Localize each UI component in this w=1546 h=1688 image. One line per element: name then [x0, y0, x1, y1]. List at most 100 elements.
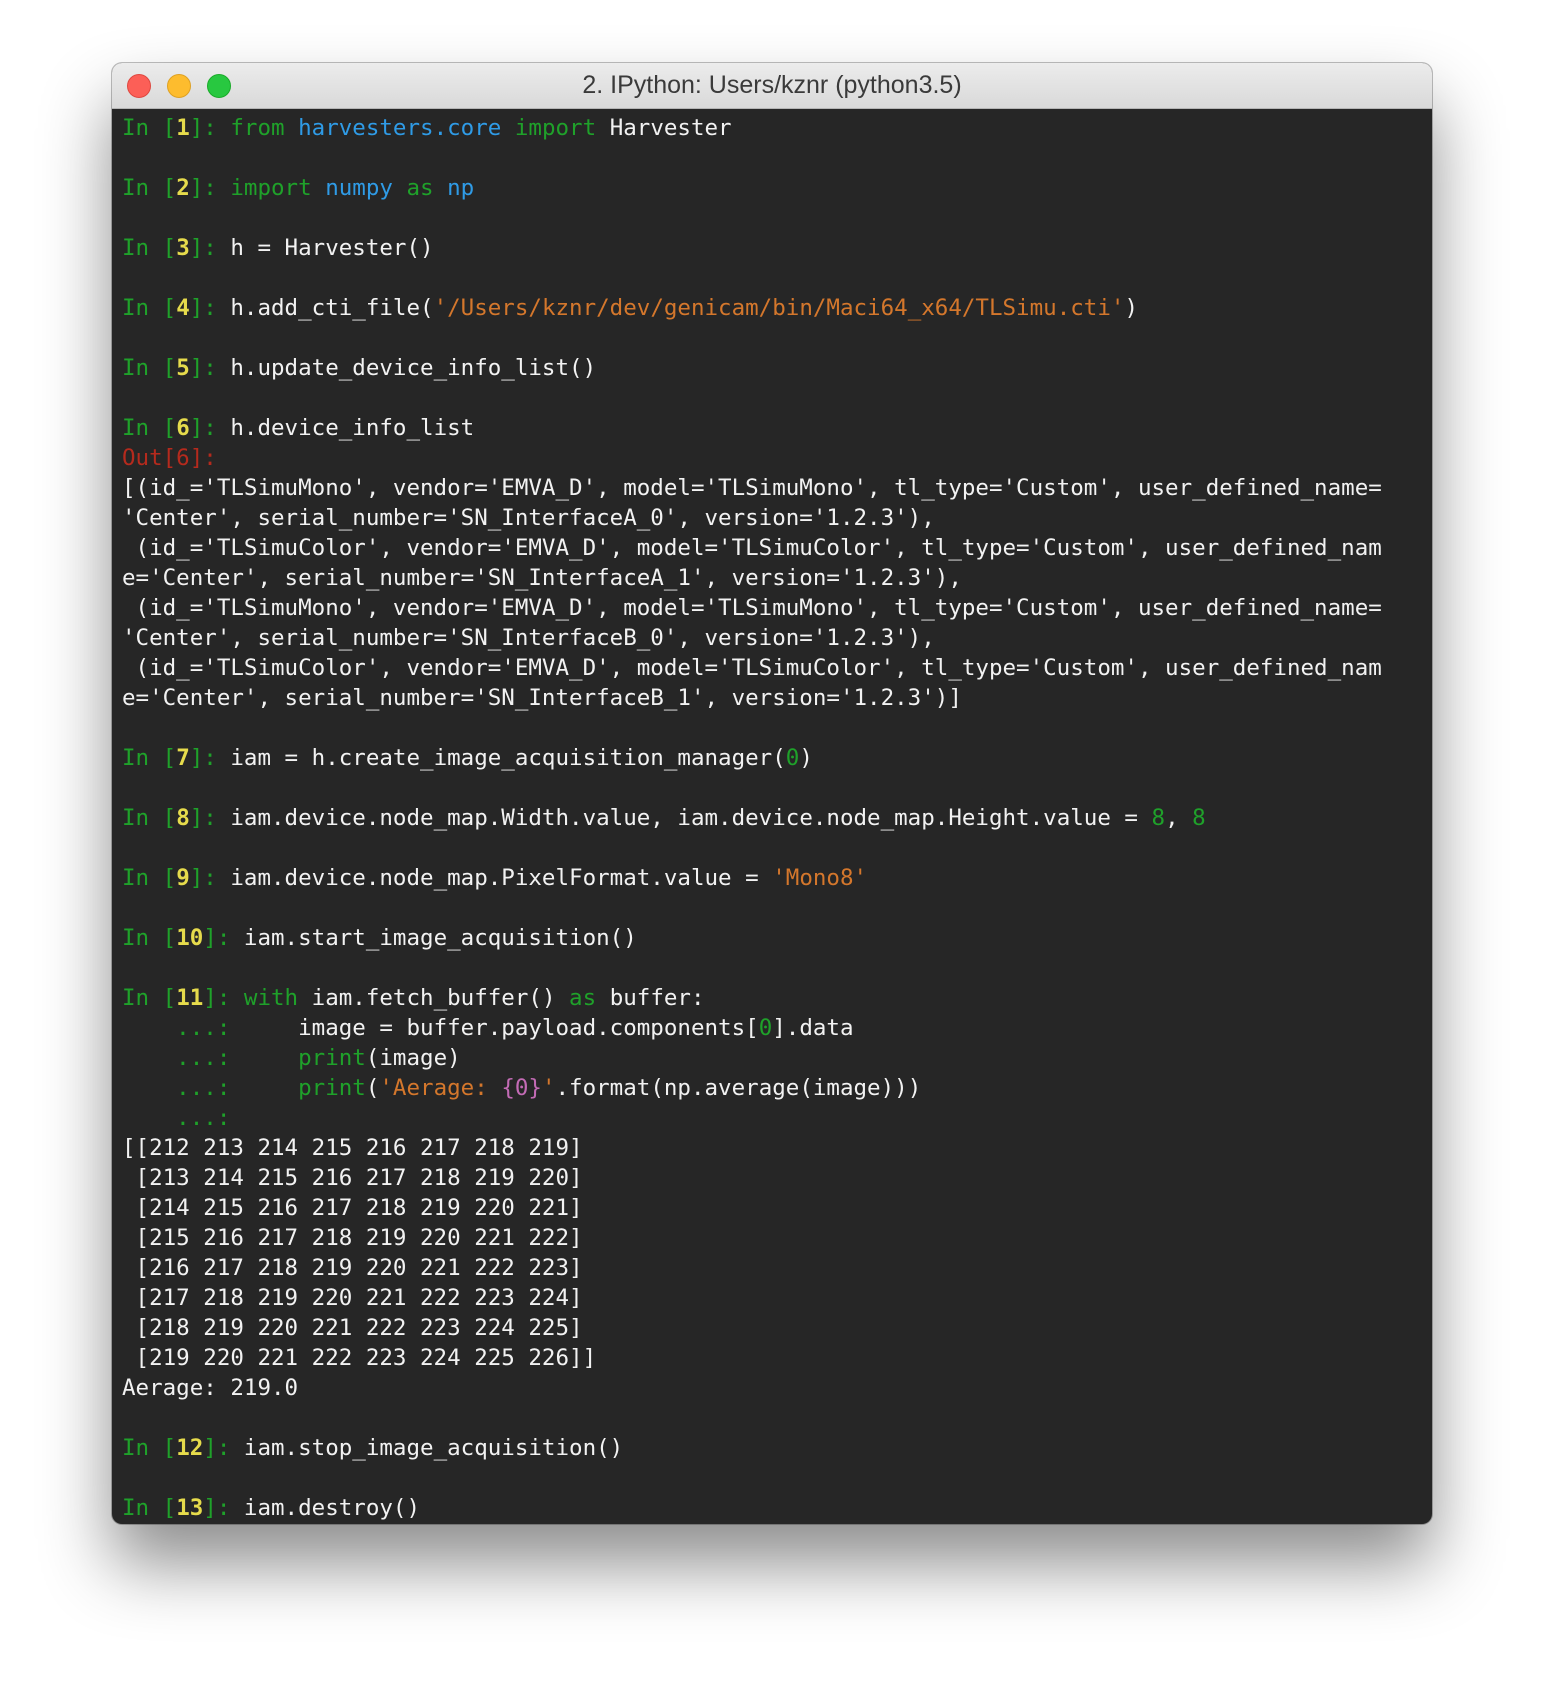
terminal-text-segment: 6 — [176, 415, 190, 441]
terminal-line: In [10]: iam.start_image_acquisition() — [122, 923, 1422, 953]
terminal-text-segment: 2 — [176, 175, 190, 201]
terminal-text-segment: ]: — [189, 745, 231, 771]
terminal-line: [219 220 221 222 223 224 225 226]] — [122, 1343, 1422, 1373]
terminal-text-segment: harvesters.core — [298, 115, 502, 141]
terminal-text-segment: In [ — [122, 985, 177, 1011]
terminal-text-segment: iam.start_image_acquisition() — [243, 925, 637, 951]
terminal-text-segment: iam.device.node_map.Width.value, iam.dev… — [230, 805, 1152, 831]
terminal-text-segment: 3 — [176, 235, 190, 261]
terminal-text-segment: ]: — [189, 295, 231, 321]
terminal-text-segment: [216 217 218 219 220 221 222 223] — [122, 1255, 583, 1281]
terminal-text-segment: iam.fetch_buffer() — [311, 985, 570, 1011]
terminal-line: [216 217 218 219 220 221 222 223] — [122, 1253, 1422, 1283]
terminal-line: In [3]: h = Harvester() — [122, 233, 1422, 263]
terminal-text-segment: In [ — [122, 175, 177, 201]
terminal-text-segment: 8 — [1151, 805, 1166, 831]
terminal-line: (id_='TLSimuColor', vendor='EMVA_D', mod… — [122, 653, 1422, 683]
terminal-text-segment: ]: — [189, 415, 231, 441]
terminal-text-segment: [(id_='TLSimuMono', vendor='EMVA_D', mod… — [122, 475, 1382, 501]
terminal-text-segment: [218 219 220 221 222 223 224 225] — [122, 1315, 583, 1341]
terminal-line: [214 215 216 217 218 219 220 221] — [122, 1193, 1422, 1223]
terminal-text-segment: iam.stop_image_acquisition() — [243, 1435, 624, 1461]
terminal-text-segment: 13 — [176, 1495, 204, 1521]
terminal-line: In [7]: iam = h.create_image_acquisition… — [122, 743, 1422, 773]
terminal-text-segment: buffer: — [609, 985, 705, 1011]
terminal-text-segment: np — [447, 175, 475, 201]
terminal-text-segment: e='Center', serial_number='SN_InterfaceA… — [122, 565, 962, 591]
terminal-text-segment: ]: — [189, 235, 231, 261]
terminal-text-segment: ' — [541, 1075, 556, 1101]
terminal-text-segment: e='Center', serial_number='SN_InterfaceB… — [122, 685, 962, 711]
terminal-window: 2. IPython: Users/kznr (python3.5) In [1… — [112, 63, 1432, 1524]
window-title: 2. IPython: Users/kznr (python3.5) — [582, 71, 962, 99]
terminal-text-segment: 0 — [785, 745, 800, 771]
terminal-line: 'Center', serial_number='SN_InterfaceB_0… — [122, 623, 1422, 653]
terminal-text-segment: 5 — [176, 355, 190, 381]
terminal-text-segment: {0} — [501, 1075, 542, 1101]
terminal-text-segment: ]: — [203, 985, 244, 1011]
terminal-text-segment: ]: — [189, 355, 231, 381]
terminal-text-segment: [217 218 219 220 221 222 223 224] — [122, 1285, 583, 1311]
terminal-text-segment: '/Users/kznr/dev/genicam/bin/Maci64_x64/… — [433, 295, 1125, 321]
terminal-line: [213 214 215 216 217 218 219 220] — [122, 1163, 1422, 1193]
terminal-text-segment: 11 — [176, 985, 204, 1011]
terminal-text-segment: import — [501, 115, 610, 141]
terminal-text-segment: 1 — [176, 115, 190, 141]
terminal-text-segment: print — [298, 1075, 366, 1101]
terminal-output[interactable]: In [1]: from harvesters.core import Harv… — [112, 109, 1432, 1523]
title-bar[interactable]: 2. IPython: Users/kznr (python3.5) — [112, 63, 1432, 109]
terminal-text-segment: Harvester — [609, 115, 732, 141]
terminal-text-segment: [[212 213 214 215 216 217 218 219] — [122, 1135, 583, 1161]
terminal-line: (id_='TLSimuColor', vendor='EMVA_D', mod… — [122, 533, 1422, 563]
terminal-text-segment: ...: — [122, 1045, 244, 1071]
terminal-text-segment: [219 220 221 222 223 224 225 226]] — [122, 1345, 597, 1371]
terminal-text-segment: In [ — [122, 925, 177, 951]
terminal-text-segment: 7 — [176, 745, 190, 771]
terminal-text-segment: (id_='TLSimuMono', vendor='EMVA_D', mode… — [122, 595, 1382, 621]
terminal-line: ...: — [122, 1103, 1422, 1133]
terminal-text-segment: with — [243, 985, 312, 1011]
terminal-text-segment: numpy — [325, 175, 393, 201]
terminal-line: [(id_='TLSimuMono', vendor='EMVA_D', mod… — [122, 473, 1422, 503]
terminal-text-segment: In [ — [122, 1435, 177, 1461]
terminal-line: [217 218 219 220 221 222 223 224] — [122, 1283, 1422, 1313]
terminal-text-segment: 12 — [176, 1435, 204, 1461]
terminal-line: ...: print(image) — [122, 1043, 1422, 1073]
terminal-text-segment: [214 215 216 217 218 219 220 221] — [122, 1195, 583, 1221]
terminal-line: In [8]: iam.device.node_map.Width.value,… — [122, 803, 1422, 833]
terminal-text-segment: ( — [365, 1075, 380, 1101]
terminal-text-segment: ...: — [122, 1105, 244, 1131]
terminal-line: In [1]: from harvesters.core import Harv… — [122, 113, 1422, 143]
terminal-text-segment: In [ — [122, 745, 177, 771]
terminal-text-segment: as — [569, 985, 610, 1011]
terminal-text-segment: as — [392, 175, 448, 201]
terminal-text-segment: 8 — [176, 805, 190, 831]
terminal-line: e='Center', serial_number='SN_InterfaceA… — [122, 563, 1422, 593]
terminal-line: [[212 213 214 215 216 217 218 219] — [122, 1133, 1422, 1163]
terminal-text-segment: [213 214 215 216 217 218 219 220] — [122, 1165, 583, 1191]
terminal-line: ...: image = buffer.payload.components[0… — [122, 1013, 1422, 1043]
terminal-line: [215 216 217 218 219 220 221 222] — [122, 1223, 1422, 1253]
terminal-text-segment: import — [230, 175, 326, 201]
terminal-text-segment: Aerage: 219.0 — [122, 1375, 299, 1401]
terminal-text-segment: iam.destroy() — [243, 1495, 421, 1521]
terminal-line: Out[6]: — [122, 443, 1422, 473]
terminal-text-segment: In [ — [122, 1495, 177, 1521]
terminal-text-segment: (image) — [365, 1045, 461, 1071]
terminal-text-segment: Out[6]: — [122, 445, 217, 471]
terminal-line: In [12]: iam.stop_image_acquisition() — [122, 1433, 1422, 1463]
terminal-text-segment: iam.device.node_map.PixelFormat.value = — [230, 865, 773, 891]
terminal-text-segment: 8 — [1192, 805, 1206, 831]
terminal-text-segment: 'Aerage: — [379, 1075, 502, 1101]
terminal-text-segment: ...: — [122, 1015, 244, 1041]
terminal-text-segment: In [ — [122, 805, 177, 831]
